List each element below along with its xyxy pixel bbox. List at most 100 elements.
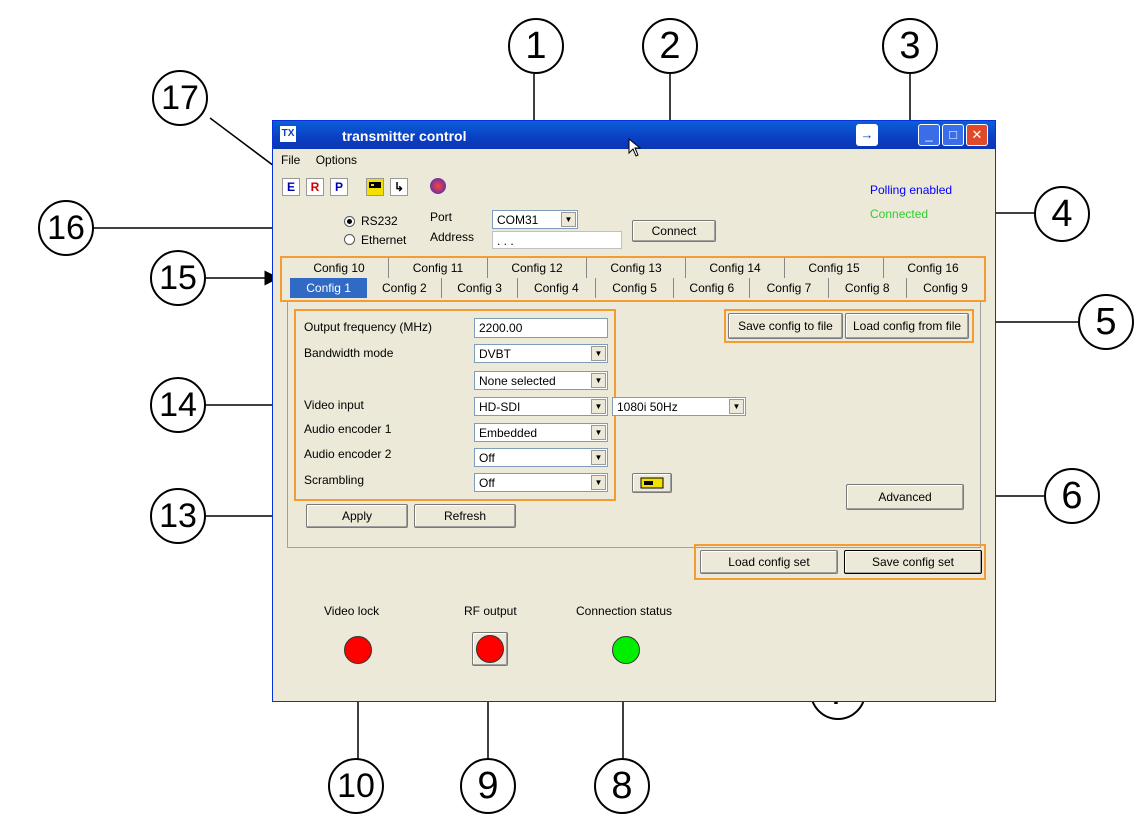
address-input[interactable]: . . . bbox=[492, 231, 622, 249]
tab-config-6[interactable]: Config 6 bbox=[674, 278, 751, 298]
rs232-radio[interactable] bbox=[344, 216, 355, 227]
callout-13: 13 bbox=[150, 488, 206, 544]
chevron-down-icon: ▼ bbox=[591, 373, 606, 388]
cursor-icon bbox=[628, 138, 642, 157]
stop-icon[interactable] bbox=[430, 178, 448, 196]
address-value: . . . bbox=[497, 234, 514, 248]
video-input-value: HD-SDI bbox=[479, 400, 521, 414]
chevron-down-icon: ▼ bbox=[561, 212, 576, 227]
tab-config-11[interactable]: Config 11 bbox=[389, 258, 488, 278]
tab-config-8[interactable]: Config 8 bbox=[829, 278, 907, 298]
load-config-from-file-button[interactable]: Load config from file bbox=[845, 313, 969, 339]
callout-3: 3 bbox=[882, 18, 938, 74]
address-label: Address bbox=[430, 230, 475, 244]
chevron-down-icon: ▼ bbox=[591, 399, 606, 414]
advanced-button[interactable]: Advanced bbox=[846, 484, 964, 510]
apply-button[interactable]: Apply bbox=[306, 504, 408, 528]
sub-mode-select[interactable]: None selected ▼ bbox=[474, 371, 608, 390]
callout-8: 8 bbox=[594, 758, 650, 814]
minimize-button[interactable]: _ bbox=[918, 124, 940, 146]
video-format-value: 1080i 50Hz bbox=[617, 400, 678, 414]
save-config-to-file-button[interactable]: Save config to file bbox=[728, 313, 843, 339]
callout-10: 10 bbox=[328, 758, 384, 814]
sub-mode-value: None selected bbox=[479, 374, 556, 388]
callout-2: 2 bbox=[642, 18, 698, 74]
video-format-select[interactable]: 1080i 50Hz ▼ bbox=[612, 397, 746, 416]
chevron-down-icon: ▼ bbox=[591, 425, 606, 440]
connection-status-led bbox=[612, 636, 640, 664]
callout-5: 5 bbox=[1078, 294, 1134, 350]
close-button[interactable]: ✕ bbox=[966, 124, 988, 146]
video-lock-led bbox=[344, 636, 372, 664]
rf-output-button[interactable] bbox=[472, 632, 508, 666]
tab-config-2[interactable]: Config 2 bbox=[367, 278, 443, 298]
rf-output-label: RF output bbox=[464, 604, 517, 618]
e-icon[interactable]: E bbox=[282, 178, 300, 196]
callout-16: 16 bbox=[38, 200, 94, 256]
scrambling-select[interactable]: Off ▼ bbox=[474, 473, 608, 492]
tab-config-1[interactable]: Config 1 bbox=[290, 278, 368, 298]
callout-6: 6 bbox=[1044, 468, 1100, 524]
video-lock-label: Video lock bbox=[324, 604, 380, 618]
tab-config-13[interactable]: Config 13 bbox=[587, 258, 686, 278]
tab-config-3[interactable]: Config 3 bbox=[442, 278, 518, 298]
port-select[interactable]: COM31 ▼ bbox=[492, 210, 578, 229]
polling-status: Polling enabled bbox=[870, 183, 953, 197]
bandwidth-mode-label: Bandwidth mode bbox=[304, 346, 394, 360]
tab-config-4[interactable]: Config 4 bbox=[518, 278, 596, 298]
tab-config-15[interactable]: Config 15 bbox=[785, 258, 884, 278]
output-frequency-label: Output frequency (MHz) bbox=[304, 320, 433, 334]
audio-encoder-1-value: Embedded bbox=[479, 426, 538, 440]
scrambling-key-button[interactable] bbox=[632, 473, 672, 493]
audio-encoder-1-select[interactable]: Embedded ▼ bbox=[474, 423, 608, 442]
callout-1: 1 bbox=[508, 18, 564, 74]
scrambling-value: Off bbox=[479, 476, 495, 490]
p-icon[interactable]: P bbox=[330, 178, 348, 196]
tab-config-16[interactable]: Config 16 bbox=[884, 258, 982, 278]
exit-icon[interactable]: ↳ bbox=[390, 178, 408, 196]
scrambling-label: Scrambling bbox=[304, 473, 365, 487]
video-input-select[interactable]: HD-SDI ▼ bbox=[474, 397, 608, 416]
ethernet-radio[interactable] bbox=[344, 234, 355, 245]
save-config-set-button[interactable]: Save config set bbox=[844, 550, 982, 574]
menu-options[interactable]: Options bbox=[316, 153, 357, 167]
connect-button[interactable]: Connect bbox=[632, 220, 716, 242]
output-frequency-value: 2200.00 bbox=[479, 321, 523, 335]
video-input-label: Video input bbox=[304, 398, 364, 412]
r-icon[interactable]: R bbox=[306, 178, 324, 196]
key-icon[interactable] bbox=[366, 178, 384, 196]
chevron-down-icon: ▼ bbox=[729, 399, 744, 414]
rf-output-led bbox=[476, 635, 504, 663]
refresh-button[interactable]: Refresh bbox=[414, 504, 516, 528]
window-title: transmitter control bbox=[342, 128, 467, 144]
app-icon: TX bbox=[280, 126, 296, 142]
tab-config-12[interactable]: Config 12 bbox=[488, 258, 587, 278]
tab-config-10[interactable]: Config 10 bbox=[290, 258, 389, 278]
audio-encoder-2-label: Audio encoder 2 bbox=[304, 447, 392, 461]
tab-config-9[interactable]: Config 9 bbox=[907, 278, 984, 298]
tab-config-5[interactable]: Config 5 bbox=[596, 278, 675, 298]
output-frequency-input[interactable]: 2200.00 bbox=[474, 318, 608, 338]
callout-14: 14 bbox=[150, 377, 206, 433]
menu-file[interactable]: File bbox=[281, 153, 300, 167]
load-config-set-button[interactable]: Load config set bbox=[700, 550, 838, 574]
tab-config-7[interactable]: Config 7 bbox=[750, 278, 829, 298]
audio-encoder-2-select[interactable]: Off ▼ bbox=[474, 448, 608, 467]
callout-4: 4 bbox=[1034, 186, 1090, 242]
audio-encoder-2-value: Off bbox=[479, 451, 495, 465]
connected-status: Connected bbox=[870, 207, 929, 221]
bandwidth-mode-value: DVBT bbox=[479, 347, 512, 361]
connection-status-label: Connection status bbox=[576, 604, 673, 618]
callout-17: 17 bbox=[152, 70, 208, 126]
port-label: Port bbox=[430, 210, 453, 224]
tab-row-lower: Config 1 Config 2 Config 3 Config 4 Conf… bbox=[290, 278, 984, 298]
chevron-down-icon: ▼ bbox=[591, 346, 606, 361]
port-value: COM31 bbox=[497, 213, 539, 227]
arrow-icon[interactable]: → bbox=[856, 124, 878, 146]
key-icon bbox=[640, 477, 664, 489]
ethernet-label: Ethernet bbox=[361, 233, 407, 247]
bandwidth-mode-select[interactable]: DVBT ▼ bbox=[474, 344, 608, 363]
tab-config-14[interactable]: Config 14 bbox=[686, 258, 785, 278]
maximize-button[interactable]: □ bbox=[942, 124, 964, 146]
callout-15: 15 bbox=[150, 250, 206, 306]
